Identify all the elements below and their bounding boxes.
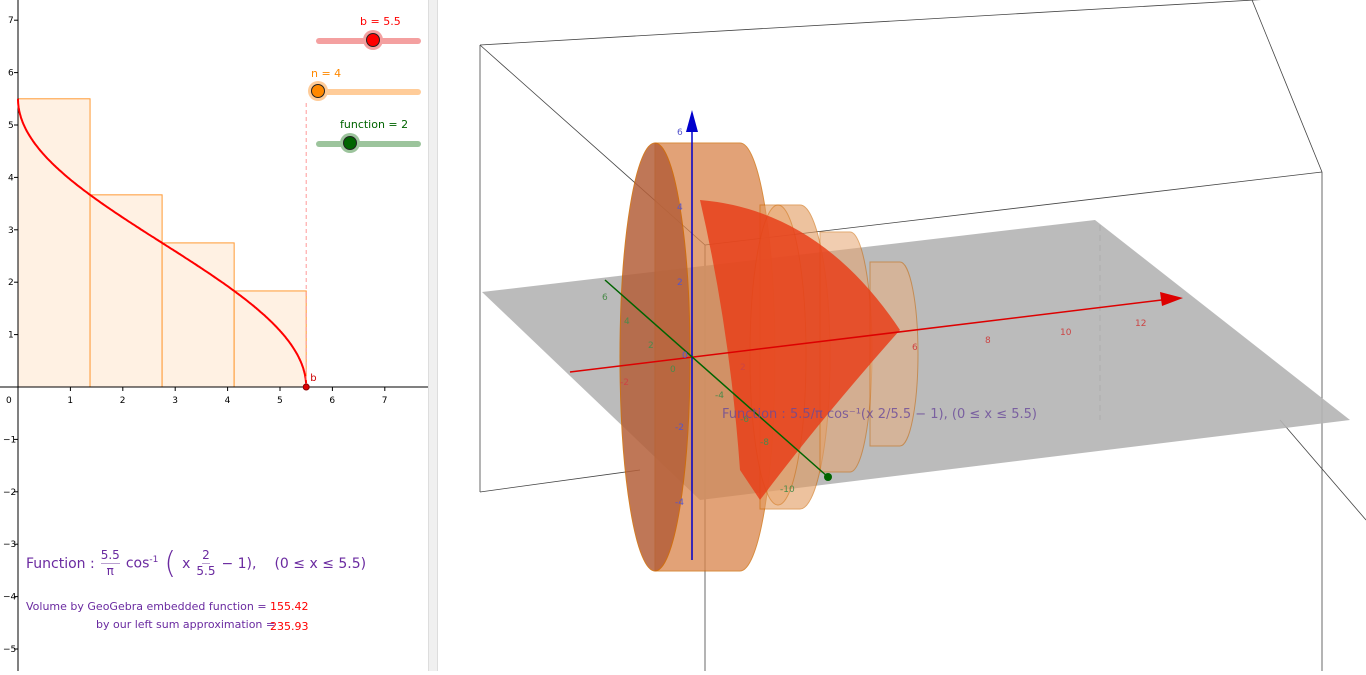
x-tick: 10 xyxy=(1060,328,1072,338)
y-tick-label: 5 xyxy=(8,121,14,131)
x-tick-label: 2 xyxy=(120,396,126,406)
volume-embedded-label: Volume by GeoGebra embedded function = xyxy=(26,600,267,613)
x-tick: 8 xyxy=(985,336,991,346)
y-tick: 6 xyxy=(602,293,608,303)
x-tick: 12 xyxy=(1135,319,1146,329)
exp: -1 xyxy=(149,555,159,566)
z-tick: 4 xyxy=(677,203,683,213)
z-tick: -2 xyxy=(675,423,684,433)
y-tick-label: 2 xyxy=(8,278,14,288)
x-tick-label: 3 xyxy=(172,396,178,406)
volume-embedded-value: 155.42 xyxy=(270,600,309,613)
y-tick: 2 xyxy=(648,341,654,351)
num: 5.5 xyxy=(100,548,120,564)
slider-handle[interactable] xyxy=(365,33,380,47)
y-tick-label: −2 xyxy=(3,488,16,498)
y-tick: 0 xyxy=(670,365,676,375)
x-tick: 2 xyxy=(740,363,746,373)
x-tick: -2 xyxy=(620,378,629,388)
x-var: x xyxy=(182,555,191,572)
z-axis-arrow-icon xyxy=(686,110,698,132)
slider-label: n = 4 xyxy=(311,67,342,80)
x-tick-label: 5 xyxy=(277,396,283,406)
slider-label: b = 5.5 xyxy=(360,15,401,28)
formula-domain: (0 ≤ x ≤ 5.5) xyxy=(274,555,367,572)
y-tick: -10 xyxy=(780,485,795,495)
z-tick: -4 xyxy=(675,498,684,508)
slider-label: function = 2 xyxy=(340,118,409,131)
den: 5.5 xyxy=(196,564,216,578)
y-tick-label: 7 xyxy=(8,16,14,26)
y-tick-label: −4 xyxy=(3,593,17,603)
y-tick-label: 6 xyxy=(8,69,14,79)
point-b-label: b xyxy=(310,373,316,384)
fraction-1: 5.5 π xyxy=(100,548,120,579)
num: 2 xyxy=(202,548,210,564)
cos-text: cos-1 xyxy=(126,555,159,572)
y-tick-label: 1 xyxy=(8,331,14,341)
left-sum-rect xyxy=(233,290,307,388)
point-b xyxy=(302,383,310,391)
formula-label-3d: Function : 5.5/π cos⁻¹(x 2/5.5 − 1), (0 … xyxy=(722,407,1037,422)
volume-leftsum-value: 235.93 xyxy=(270,620,309,633)
function-formula: Function : 5.5 π cos-1 ( x 2 5.5 − 1), (0 … xyxy=(26,548,366,579)
x-tick-label: 0 xyxy=(6,396,12,406)
scene-3d: -2 2 6 8 10 12 6 4 2 0 -4 -6 -8 -10 6 4 … xyxy=(479,0,1366,671)
slider-0[interactable] xyxy=(316,33,421,47)
y-tick: 4 xyxy=(624,317,630,327)
z-tick: 2 xyxy=(677,278,683,288)
y-tick-label: −1 xyxy=(3,435,16,445)
minus-one: − 1), xyxy=(221,555,257,572)
slider-2[interactable] xyxy=(316,136,421,150)
y-tick-label: −3 xyxy=(3,540,16,550)
left-sum-rect xyxy=(89,194,163,388)
cos: cos xyxy=(125,555,150,572)
y-tick: -4 xyxy=(715,391,724,401)
z-tick: 0 xyxy=(682,351,688,361)
y-tick: -8 xyxy=(760,438,769,448)
y-tick-label: 4 xyxy=(8,173,14,183)
left-sum-rect xyxy=(17,98,91,388)
solid-of-revolution xyxy=(619,142,919,572)
left-sum-rect xyxy=(161,242,235,388)
graphics-view-3d[interactable]: -2 2 6 8 10 12 6 4 2 0 -4 -6 -8 -10 6 4 … xyxy=(437,0,1366,671)
den: π xyxy=(106,564,114,578)
x-tick-label: 1 xyxy=(67,396,73,406)
y-tick-label: 3 xyxy=(8,226,14,236)
slider-1[interactable] xyxy=(311,84,421,98)
fraction-2: 2 5.5 xyxy=(196,548,215,579)
x-tick-label: 7 xyxy=(382,396,388,406)
graphics-view-2d[interactable]: 0 1 2 3 4 5 6 7 7 6 5 4 3 2 1 −1 −2 −3 −4 −5 b b = 5.5 n = 4 f… xyxy=(0,0,428,671)
x-tick-label: 4 xyxy=(225,396,231,406)
x-tick: 6 xyxy=(912,343,918,353)
paren: ( xyxy=(164,545,177,581)
y-tick-label: −5 xyxy=(3,645,16,655)
formula-prefix: Function : xyxy=(26,555,95,572)
slider-handle[interactable] xyxy=(342,136,357,150)
x-tick-label: 6 xyxy=(329,396,335,406)
volume-leftsum-label: by our left sum approximation = xyxy=(96,618,276,631)
z-tick: 6 xyxy=(677,128,683,138)
